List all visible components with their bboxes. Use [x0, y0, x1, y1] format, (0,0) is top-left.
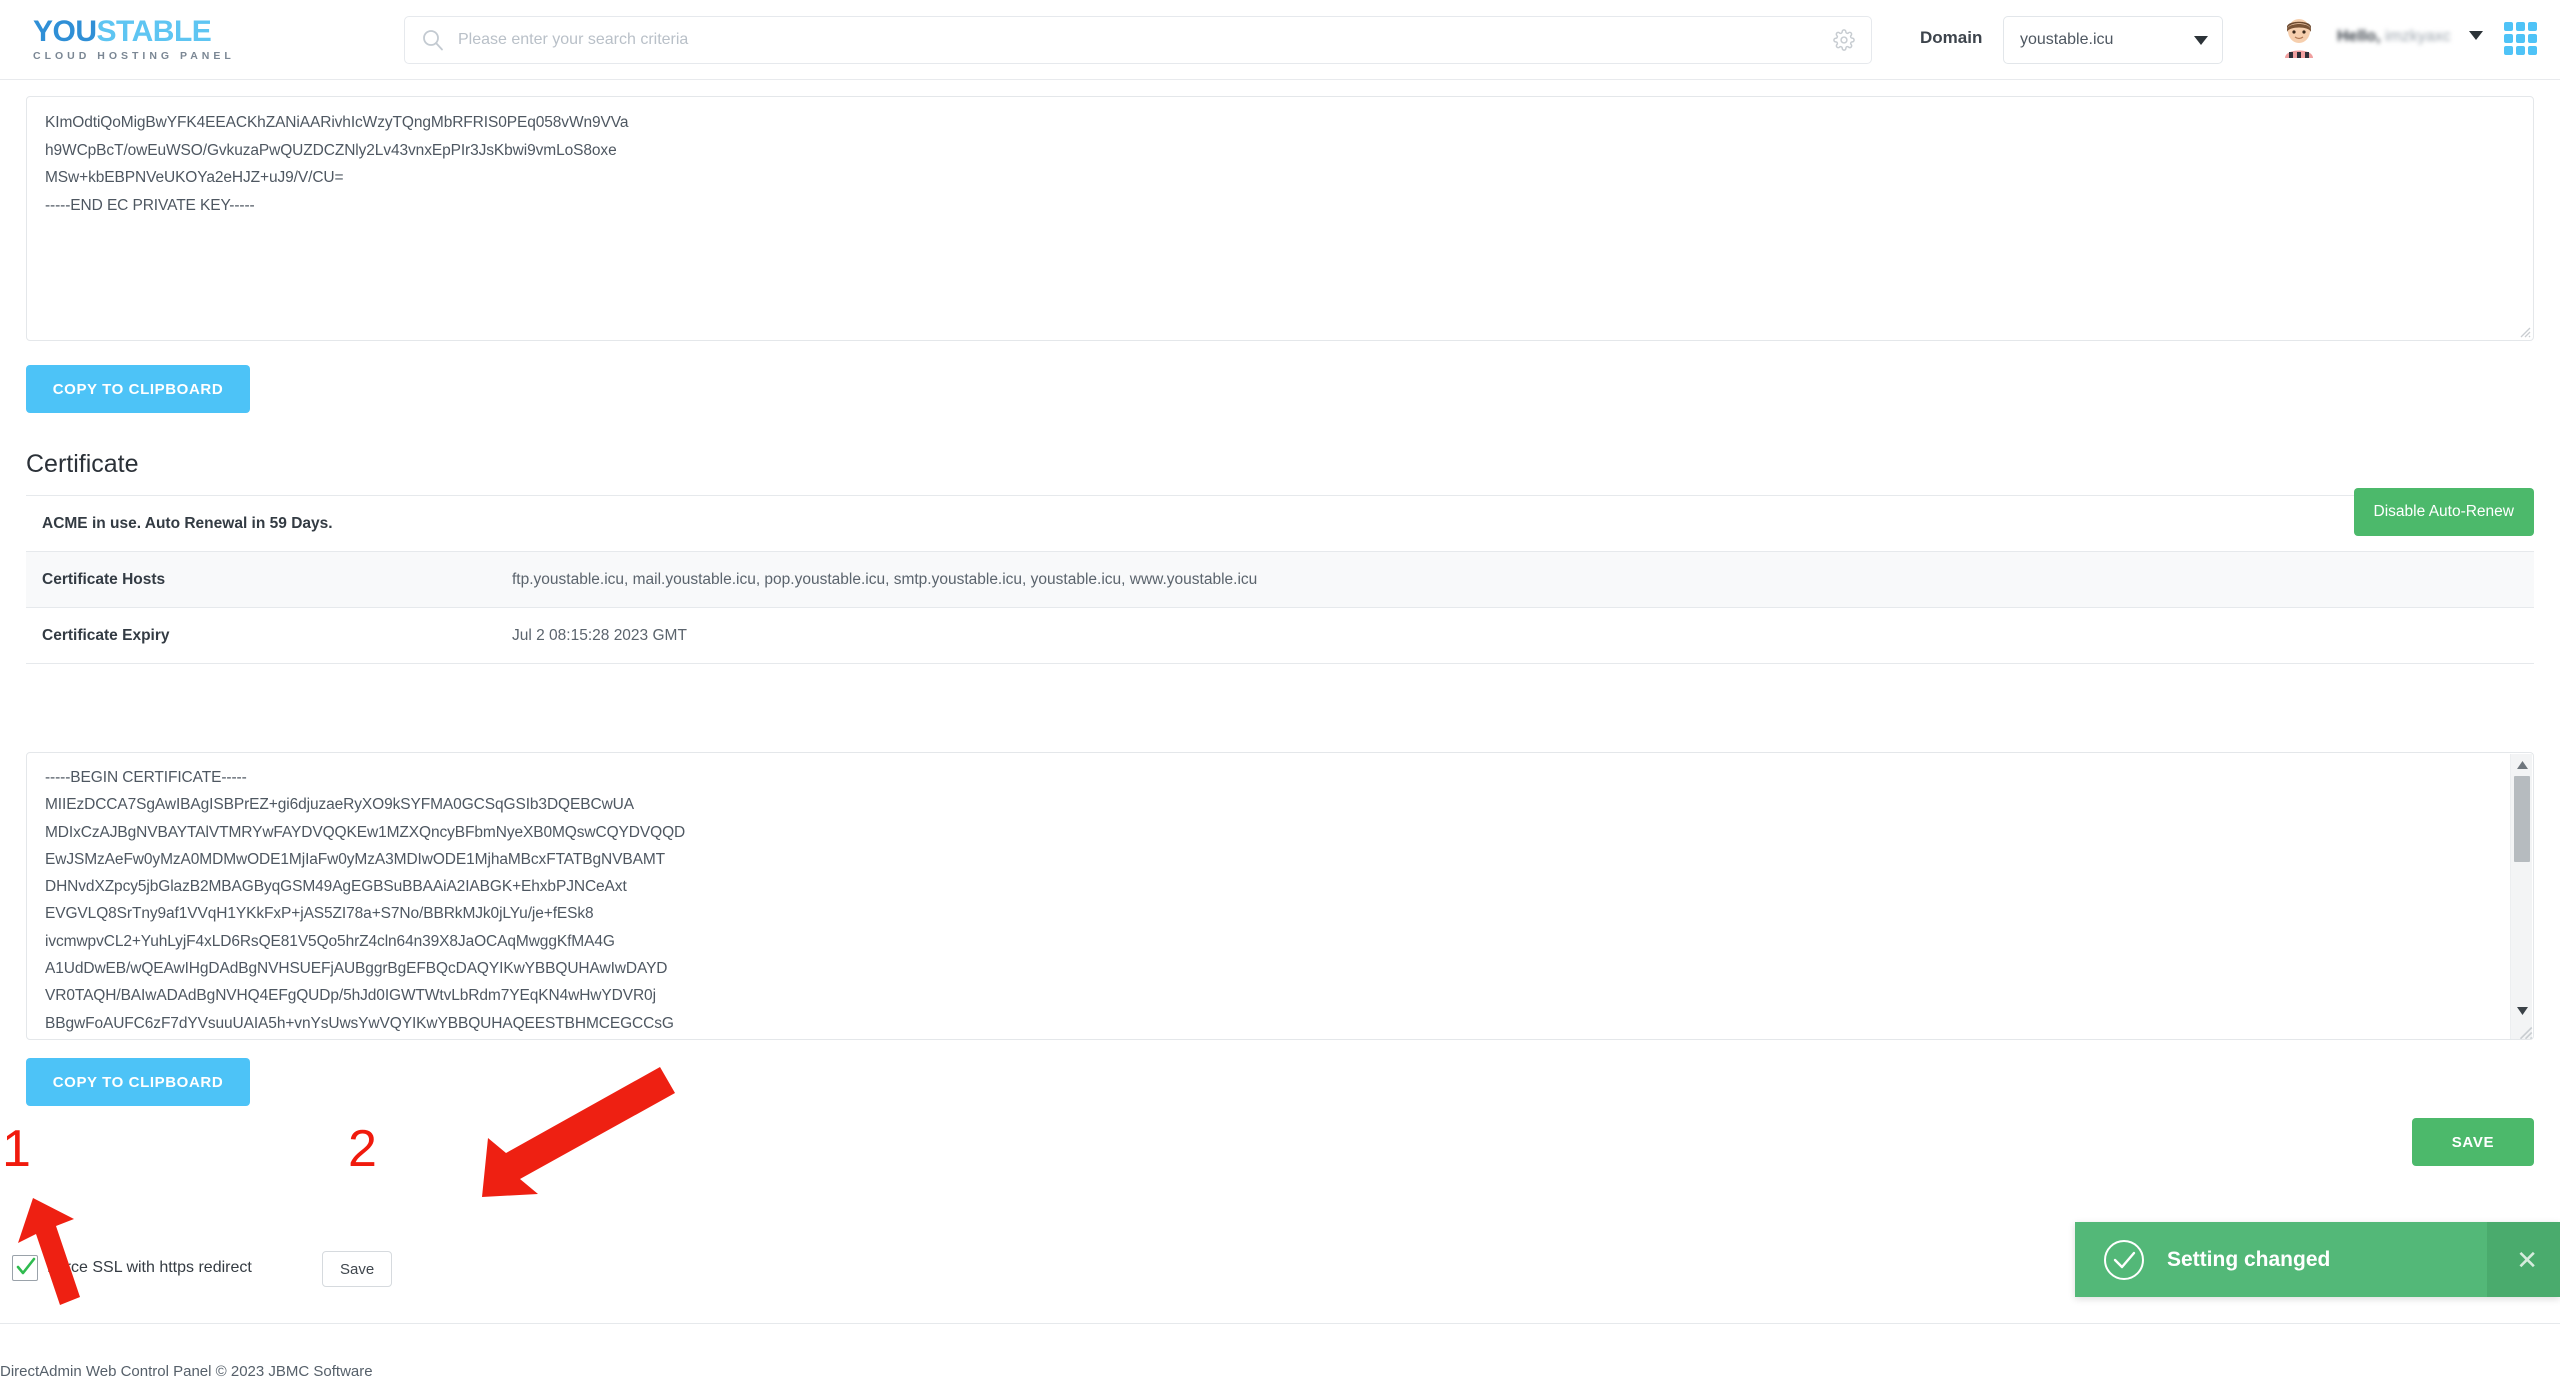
private-key-text: KImOdtiQoMigBwYFK4EEACKhZANiAARivhIcWzyT… [45, 109, 2515, 219]
annotation-number-1: 1 [2, 1123, 31, 1175]
logo-tagline: CLOUD HOSTING PANEL [33, 50, 330, 62]
certificate-section-title: Certificate [26, 450, 139, 479]
top-header-bar: YOUSTABLE CLOUD HOSTING PANEL Domain you… [0, 0, 2560, 80]
domain-selected-value: youstable.icu [2020, 31, 2113, 49]
force-ssl-label: Force SSL with https redirect [47, 1259, 252, 1277]
user-menu-chevron-down-icon[interactable] [2469, 31, 2483, 40]
apps-grid-cell [2516, 34, 2525, 43]
logo-text-you: YOU [33, 15, 97, 48]
search-bar[interactable] [404, 16, 1872, 64]
gear-icon[interactable] [1833, 29, 1855, 51]
footer-divider [0, 1323, 2560, 1324]
private-key-textarea[interactable]: KImOdtiQoMigBwYFK4EEACKhZANiAARivhIcWzyT… [26, 96, 2534, 341]
logo-wordmark: YOUSTABLE [33, 17, 330, 47]
table-row-certificate-expiry: Certificate Expiry Jul 2 08:15:28 2023 G… [26, 608, 2534, 664]
user-name: imzkyaxc [2385, 28, 2451, 45]
scroll-up-arrow-icon[interactable] [2511, 756, 2533, 774]
domain-selector[interactable]: youstable.icu [2003, 16, 2223, 64]
check-icon [15, 1256, 37, 1283]
scrollbar-thumb[interactable] [2514, 776, 2530, 862]
domain-label: Domain [1920, 28, 1982, 48]
certificate-expiry-value: Jul 2 08:15:28 2023 GMT [512, 627, 687, 645]
apps-grid-cell [2504, 22, 2513, 31]
apps-grid-cell [2528, 46, 2537, 55]
apps-grid-cell [2516, 46, 2525, 55]
table-row-certificate-hosts: Certificate Hosts ftp.youstable.icu, mai… [26, 552, 2534, 608]
force-ssl-save-button[interactable]: Save [322, 1251, 392, 1287]
certificate-info-table: ACME in use. Auto Renewal in 59 Days. Di… [26, 495, 2534, 664]
table-row-acme-status: ACME in use. Auto Renewal in 59 Days. Di… [26, 496, 2534, 552]
certificate-scrollbar[interactable] [2510, 754, 2532, 1040]
user-greeting[interactable]: Hello, imzkyaxc [2337, 28, 2451, 46]
resize-handle-icon[interactable] [2513, 1020, 2533, 1040]
annotation-arrow-2 [330, 1057, 700, 1237]
certificate-expiry-label: Certificate Expiry [42, 627, 512, 645]
chevron-down-icon [2194, 36, 2208, 45]
force-ssl-checkbox[interactable] [12, 1255, 38, 1281]
search-input[interactable] [456, 30, 1833, 50]
apps-grid-cell [2504, 46, 2513, 55]
footer-copyright: DirectAdmin Web Control Panel © 2023 JBM… [0, 1363, 373, 1380]
save-certificate-button[interactable]: SAVE [2412, 1118, 2534, 1166]
apps-grid-cell [2516, 22, 2525, 31]
certificate-hosts-label: Certificate Hosts [42, 571, 512, 589]
scroll-down-arrow-icon[interactable] [2511, 1002, 2533, 1020]
brand-logo[interactable]: YOUSTABLE CLOUD HOSTING PANEL [0, 17, 330, 62]
apps-grid-cell [2528, 34, 2537, 43]
check-circle-icon [2103, 1239, 2145, 1281]
resize-handle-icon[interactable] [2515, 322, 2531, 338]
apps-grid-icon[interactable] [2504, 22, 2540, 58]
logo-text-stable: STABLE [97, 15, 212, 48]
toast-message: Setting changed [2167, 1248, 2330, 1272]
apps-grid-cell [2504, 34, 2513, 43]
copy-certificate-button[interactable]: COPY TO CLIPBOARD [26, 1058, 250, 1106]
disable-auto-renew-button[interactable]: Disable Auto-Renew [2354, 488, 2534, 536]
certificate-textarea[interactable]: -----BEGIN CERTIFICATE----- MIIEzDCCA7Sg… [26, 752, 2534, 1040]
annotation-number-2: 2 [348, 1123, 377, 1175]
apps-grid-cell [2528, 22, 2537, 31]
certificate-hosts-value: ftp.youstable.icu, mail.youstable.icu, p… [512, 571, 1257, 589]
certificate-text: -----BEGIN CERTIFICATE----- MIIEzDCCA7Sg… [45, 764, 2515, 1037]
toast-notification[interactable]: Setting changed ✕ [2075, 1222, 2560, 1297]
greeting-text: Hello, [2337, 28, 2385, 45]
copy-private-key-button[interactable]: COPY TO CLIPBOARD [26, 365, 250, 413]
avatar[interactable] [2281, 18, 2317, 58]
annotation-arrow-1 [0, 1185, 160, 1313]
close-icon[interactable]: ✕ [2516, 1247, 2538, 1273]
search-icon [422, 29, 444, 51]
acme-status-text: ACME in use. Auto Renewal in 59 Days. [42, 515, 333, 533]
